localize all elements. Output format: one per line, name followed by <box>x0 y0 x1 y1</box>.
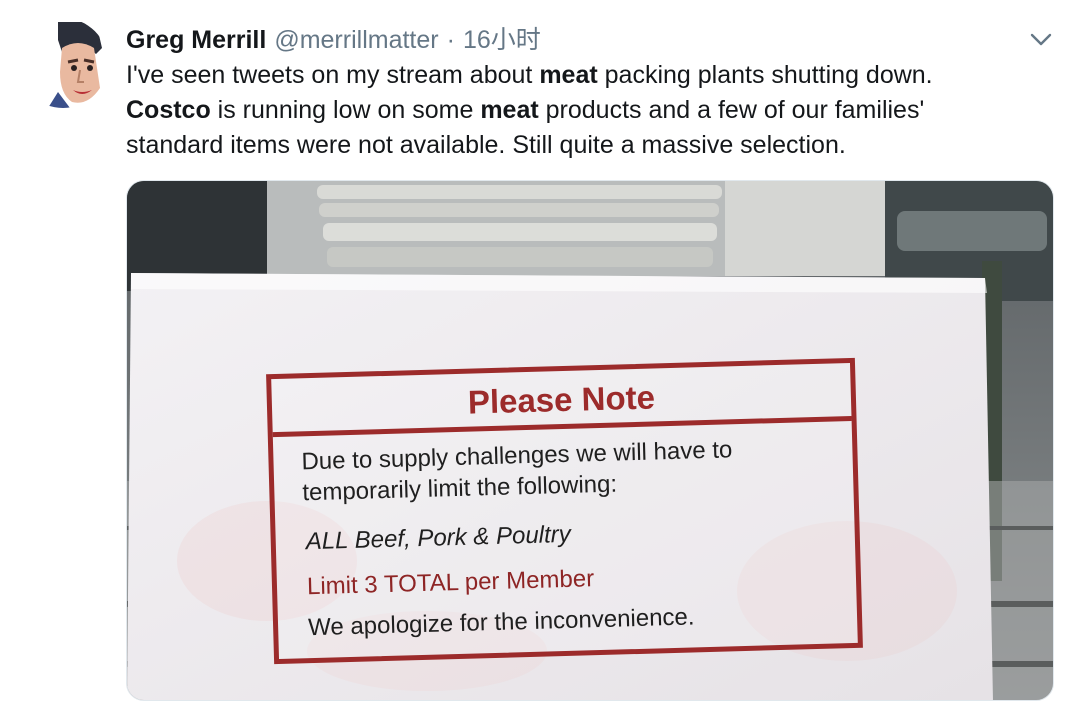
highlighted-word: meat <box>539 61 598 89</box>
tweet-text: I've seen tweets on my stream about meat… <box>126 58 1066 163</box>
highlighted-word: meat <box>480 96 539 124</box>
tweet-header: Greg Merrill @merrillmatter · 16小时 <box>126 20 541 54</box>
author-handle[interactable]: @merrillmatter <box>274 26 438 55</box>
tweet-text-line-1: I've seen tweets on my stream about meat… <box>126 58 1066 93</box>
tweet-text-segment: packing plants shutting down. <box>597 61 933 89</box>
user-avatar[interactable] <box>18 18 108 108</box>
sign-title: Please Note <box>271 362 852 438</box>
chevron-down-icon <box>1030 33 1052 46</box>
tweet-text-line-3: standard items were not available. Still… <box>126 131 846 159</box>
tweet: Greg Merrill @merrillmatter · 16小时 I've … <box>0 0 1080 711</box>
header-separator: · <box>446 26 455 54</box>
tweet-text-segment: I've seen tweets on my stream about <box>126 61 540 89</box>
sign-line-4: Limit 3 TOTAL per Member <box>306 565 595 601</box>
more-options-button[interactable] <box>1026 24 1056 54</box>
tweet-text-segment: is running low on some <box>210 96 481 124</box>
sign-line-1: Due to supply challenges we will have to <box>301 436 733 476</box>
avatar-portrait-icon <box>18 18 108 108</box>
tweet-photo[interactable]: Please Note Due to supply challenges we … <box>126 180 1054 701</box>
tweet-text-segment: products and a few of our families' <box>538 96 925 124</box>
please-note-sign: Please Note Due to supply challenges we … <box>266 357 863 665</box>
sign-line-2: temporarily limit the following: <box>302 470 618 507</box>
sign-body: Due to supply challenges we will have to… <box>301 433 841 641</box>
tweet-text-line-2: Costco is running low on some meat produ… <box>126 93 1066 128</box>
author-name[interactable]: Greg Merrill <box>126 26 266 55</box>
sign-line-5: We apologize for the inconvenience. <box>307 603 695 642</box>
highlighted-word: Costco <box>126 96 211 124</box>
tweet-timestamp[interactable]: 16小时 <box>463 20 541 56</box>
sign-line-3: ALL Beef, Pork & Poultry <box>305 520 572 556</box>
